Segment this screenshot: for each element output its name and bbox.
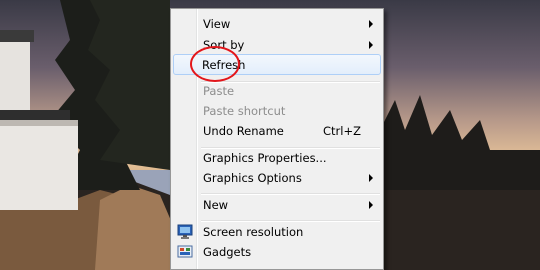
menu-item-label: Undo Rename — [203, 124, 284, 138]
menu-item-view[interactable]: View — [173, 14, 381, 34]
submenu-arrow-icon — [369, 174, 373, 182]
menu-item-label: Paste — [203, 84, 235, 98]
menu-item-graphics-options[interactable]: Graphics Options — [173, 168, 381, 188]
menu-item-paste[interactable]: Paste — [173, 81, 381, 101]
submenu-arrow-icon — [369, 41, 373, 49]
menu-item-shortcut: Ctrl+Z — [323, 124, 361, 138]
menu-item-label: Screen resolution — [203, 225, 304, 239]
menu-item-label: Graphics Options — [203, 171, 302, 185]
menu-item-label: Graphics Properties... — [203, 151, 327, 165]
lighthouse-image — [0, 30, 78, 210]
submenu-arrow-icon — [369, 20, 373, 28]
highlight-annotation-circle — [190, 46, 240, 82]
screen-resolution-icon — [177, 224, 193, 239]
menu-item-label: New — [203, 198, 229, 212]
menu-item-label: Gadgets — [203, 245, 252, 259]
menu-item-paste-shortcut[interactable]: Paste shortcut — [173, 101, 381, 121]
gadgets-icon — [177, 245, 193, 258]
menu-item-label: Paste shortcut — [203, 104, 286, 118]
menu-item-new[interactable]: New — [173, 195, 381, 215]
menu-item-label: View — [203, 17, 231, 31]
menu-item-graphics-properties[interactable]: Graphics Properties... — [173, 148, 381, 168]
menu-item-screen-resolution[interactable]: Screen resolution — [173, 222, 381, 242]
menu-item-gadgets[interactable]: Gadgets — [173, 242, 381, 262]
submenu-arrow-icon — [369, 201, 373, 209]
menu-item-undo-rename[interactable]: Undo Rename Ctrl+Z — [173, 121, 381, 141]
